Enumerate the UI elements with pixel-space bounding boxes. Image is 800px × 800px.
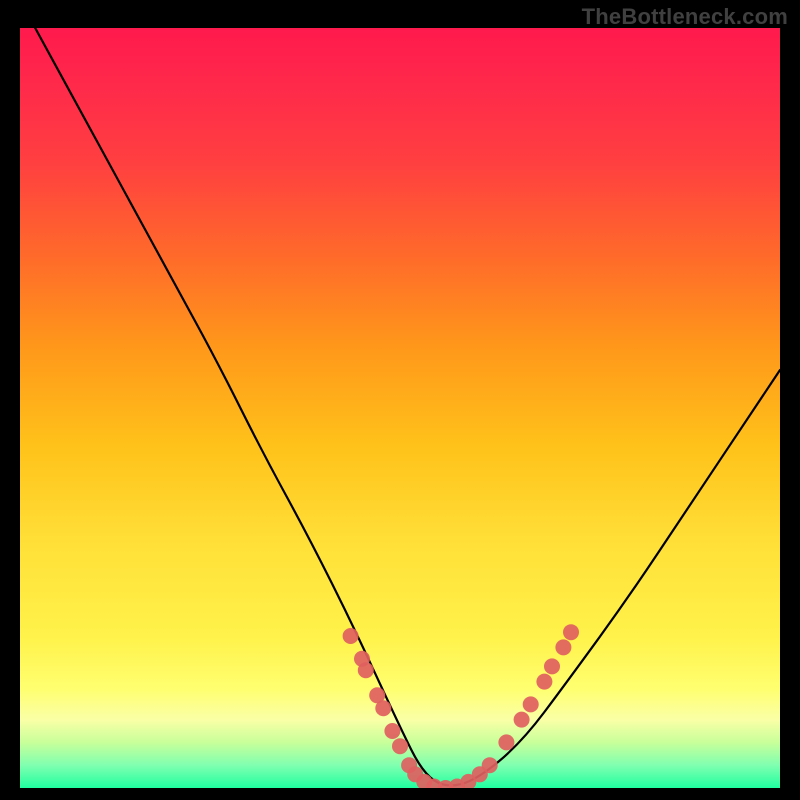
chart-plot-area <box>20 28 780 788</box>
data-point <box>498 734 514 750</box>
data-point <box>358 662 374 678</box>
data-point <box>555 639 571 655</box>
data-point <box>536 674 552 690</box>
data-point <box>482 757 498 773</box>
watermark-text: TheBottleneck.com <box>582 4 788 30</box>
data-point <box>392 738 408 754</box>
chart-frame: TheBottleneck.com <box>0 0 800 800</box>
bottleneck-curve <box>35 28 780 785</box>
data-point <box>523 696 539 712</box>
data-point <box>384 723 400 739</box>
data-point <box>563 624 579 640</box>
data-markers <box>343 624 579 788</box>
data-point <box>375 700 391 716</box>
data-point <box>343 628 359 644</box>
data-point <box>544 658 560 674</box>
chart-overlay <box>20 28 780 788</box>
data-point <box>514 712 530 728</box>
